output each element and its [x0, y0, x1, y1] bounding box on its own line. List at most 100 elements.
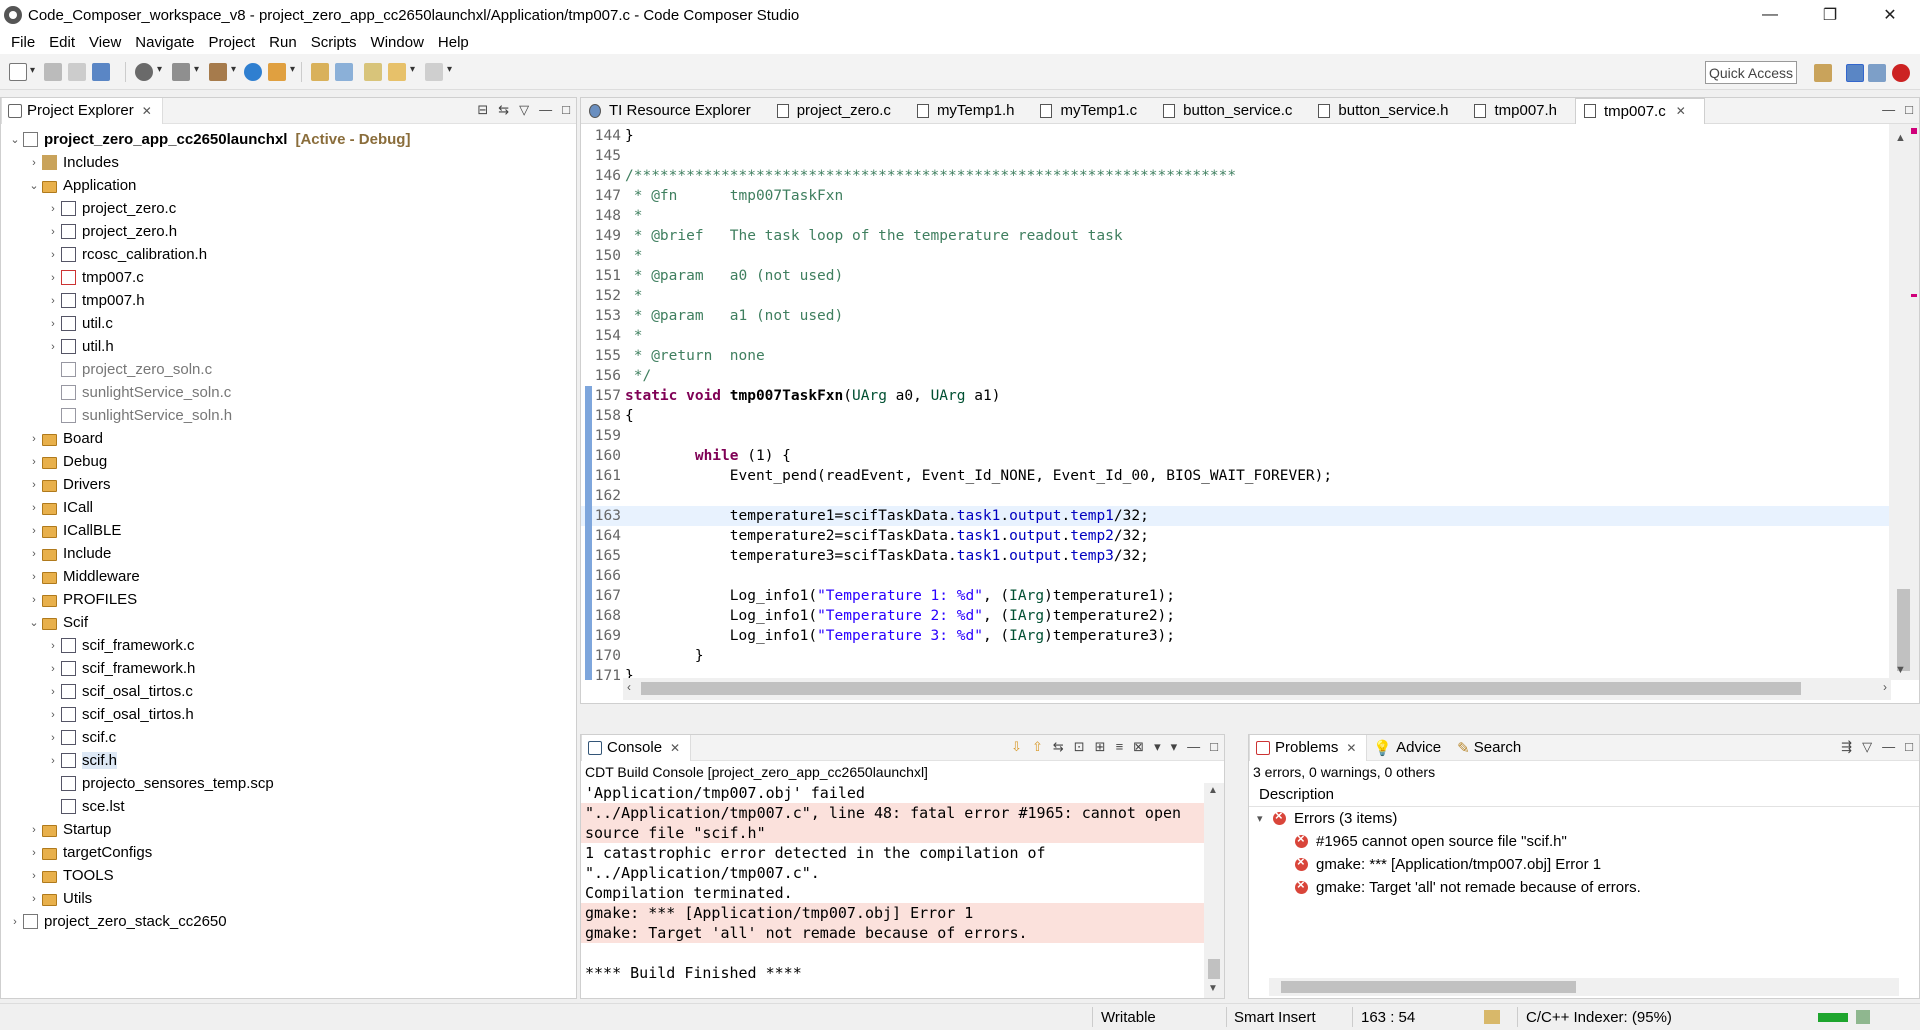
- scroll-thumb[interactable]: [1208, 959, 1220, 979]
- code-line[interactable]: 163 temperature1=scifTaskData.task1.outp…: [581, 506, 1891, 526]
- editor-tab[interactable]: TI Resource Explorer: [581, 98, 769, 124]
- code-line[interactable]: 160 while (1) {: [581, 446, 1891, 466]
- close-icon[interactable]: ✕: [142, 104, 152, 118]
- editor-tab[interactable]: myTemp1.c: [1032, 98, 1155, 124]
- tree-item[interactable]: › PROFILES: [1, 588, 137, 611]
- open-task-icon[interactable]: [335, 62, 353, 81]
- view-menu-icon[interactable]: ▽: [519, 102, 529, 118]
- tree-item[interactable]: › scif.h: [1, 749, 118, 772]
- maximize-icon[interactable]: □: [562, 102, 570, 118]
- tab-project-explorer[interactable]: Project Explorer ✕: [1, 97, 163, 124]
- scroll-lock-icon[interactable]: ⊞: [1095, 739, 1106, 755]
- chevron-right-icon[interactable]: ›: [45, 755, 61, 767]
- problem-item[interactable]: gmake: *** [Application/tmp007.obj] Erro…: [1249, 853, 1919, 876]
- editor-tab[interactable]: myTemp1.h: [909, 98, 1033, 124]
- chevron-right-icon[interactable]: ›: [45, 318, 61, 330]
- scroll-down-icon[interactable]: ▼: [1208, 983, 1218, 994]
- minimize-icon[interactable]: —: [539, 102, 552, 118]
- code-line[interactable]: 155 * @return none: [581, 346, 1891, 366]
- console-output[interactable]: 'Application/tmp007.obj' failed "../Appli…: [581, 783, 1221, 983]
- editor-tab[interactable]: project_zero.c: [769, 98, 909, 124]
- tab-problems[interactable]: Problems ✕: [1249, 734, 1368, 761]
- tree-item[interactable]: › ICall: [1, 496, 93, 519]
- minimize-button[interactable]: —: [1740, 0, 1800, 30]
- chevron-right-icon[interactable]: ›: [45, 249, 61, 261]
- chevron-right-icon[interactable]: ›: [45, 640, 61, 652]
- code-line[interactable]: 170 }: [581, 646, 1891, 666]
- scroll-down-icon[interactable]: ▼: [1895, 664, 1906, 676]
- horizontal-scrollbar[interactable]: ‹ ›: [623, 678, 1891, 700]
- code-line[interactable]: 159: [581, 426, 1891, 446]
- tree-item[interactable]: sce.lst: [1, 795, 125, 818]
- close-icon[interactable]: ✕: [670, 741, 680, 755]
- settings-icon[interactable]: [135, 62, 162, 81]
- tree-item[interactable]: › project_zero.h: [1, 220, 177, 243]
- chevron-right-icon[interactable]: ›: [26, 847, 42, 859]
- code-area[interactable]: 144} 145 146/*****************************…: [581, 124, 1891, 680]
- maximize-icon[interactable]: □: [1905, 739, 1913, 755]
- build-icon[interactable]: [172, 62, 199, 81]
- minimize-icon[interactable]: —: [1882, 739, 1895, 755]
- menu-project[interactable]: Project: [201, 34, 262, 51]
- link-icon[interactable]: ⇆: [1053, 739, 1064, 755]
- tree-item[interactable]: › project_zero.c: [1, 197, 176, 220]
- code-line[interactable]: 150 *: [581, 246, 1891, 266]
- tree-item[interactable]: › util.c: [1, 312, 113, 335]
- new-icon[interactable]: [9, 62, 35, 81]
- code-line[interactable]: 165 temperature3=scifTaskData.task1.outp…: [581, 546, 1891, 566]
- debug-icon[interactable]: [244, 62, 262, 81]
- overview-marker[interactable]: [1911, 128, 1917, 134]
- code-line[interactable]: 169 Log_info1("Temperature 3: %d", (IArg…: [581, 626, 1891, 646]
- save-icon[interactable]: [44, 62, 62, 81]
- tree-item[interactable]: › project_zero_stack_cc2650: [1, 910, 226, 933]
- open-type-icon[interactable]: [311, 62, 329, 81]
- editor-tab[interactable]: tmp007.c ✕: [1575, 97, 1705, 124]
- chevron-right-icon[interactable]: ›: [26, 456, 42, 468]
- filter-icon[interactable]: ⇶: [1841, 739, 1852, 755]
- code-line[interactable]: 153 * @param a1 (not used): [581, 306, 1891, 326]
- code-line[interactable]: 148 *: [581, 206, 1891, 226]
- menu-edit[interactable]: Edit: [42, 34, 82, 51]
- menu-help[interactable]: Help: [431, 34, 476, 51]
- code-line[interactable]: 147 * @fn tmp007TaskFxn: [581, 186, 1891, 206]
- chevron-down-icon[interactable]: ⌄: [7, 133, 23, 146]
- tree-item[interactable]: › Utils: [1, 887, 92, 910]
- code-line[interactable]: 161 Event_pend(readEvent, Event_Id_NONE,…: [581, 466, 1891, 486]
- display-console-icon[interactable]: ▾: [1154, 739, 1161, 755]
- menu-window[interactable]: Window: [364, 34, 431, 51]
- stop-icon[interactable]: [1892, 64, 1910, 82]
- progress-view-icon[interactable]: [1856, 1010, 1870, 1024]
- open-perspective-icon[interactable]: [1814, 64, 1832, 82]
- code-line[interactable]: 145: [581, 146, 1891, 166]
- column-header-description[interactable]: Description: [1249, 783, 1919, 807]
- chevron-right-icon[interactable]: ›: [26, 479, 42, 491]
- code-line[interactable]: 146/************************************…: [581, 166, 1891, 186]
- forward-icon[interactable]: [425, 62, 452, 81]
- chevron-right-icon[interactable]: ›: [26, 525, 42, 537]
- tree-item[interactable]: ⌄ project_zero_app_cc2650launchxl [Active …: [1, 128, 410, 151]
- ccs-debug-perspective-icon[interactable]: [1868, 64, 1886, 82]
- tree-item[interactable]: › tmp007.c: [1, 266, 144, 289]
- menu-view[interactable]: View: [82, 34, 128, 51]
- code-line[interactable]: 164 temperature2=scifTaskData.task1.outp…: [581, 526, 1891, 546]
- pin-icon[interactable]: ⊠: [1133, 739, 1144, 755]
- code-line[interactable]: 151 * @param a0 (not used): [581, 266, 1891, 286]
- chevron-right-icon[interactable]: ›: [26, 594, 42, 606]
- close-icon[interactable]: ✕: [1676, 104, 1686, 118]
- last-edit-icon[interactable]: [364, 62, 382, 81]
- code-line[interactable]: 168 Log_info1("Temperature 2: %d", (IArg…: [581, 606, 1891, 626]
- tree-item[interactable]: sunlightService_soln.h: [1, 404, 232, 427]
- chevron-right-icon[interactable]: ›: [45, 709, 61, 721]
- problems-group[interactable]: ▾ Errors (3 items): [1249, 807, 1919, 830]
- chevron-right-icon[interactable]: ›: [45, 341, 61, 353]
- tree-item[interactable]: › Board: [1, 427, 103, 450]
- tree-item[interactable]: › scif_osal_tirtos.c: [1, 680, 193, 703]
- code-line[interactable]: 157 static void tmp007TaskFxn(UArg a0, UA…: [581, 386, 1891, 406]
- chevron-right-icon[interactable]: ›: [45, 226, 61, 238]
- code-line[interactable]: 158{: [581, 406, 1891, 426]
- editor-tab[interactable]: button_service.h: [1310, 98, 1466, 124]
- chevron-right-icon[interactable]: ›: [26, 571, 42, 583]
- code-line[interactable]: 152 *: [581, 286, 1891, 306]
- code-line[interactable]: 154 *: [581, 326, 1891, 346]
- tab-advice[interactable]: 💡 Advice: [1367, 735, 1451, 761]
